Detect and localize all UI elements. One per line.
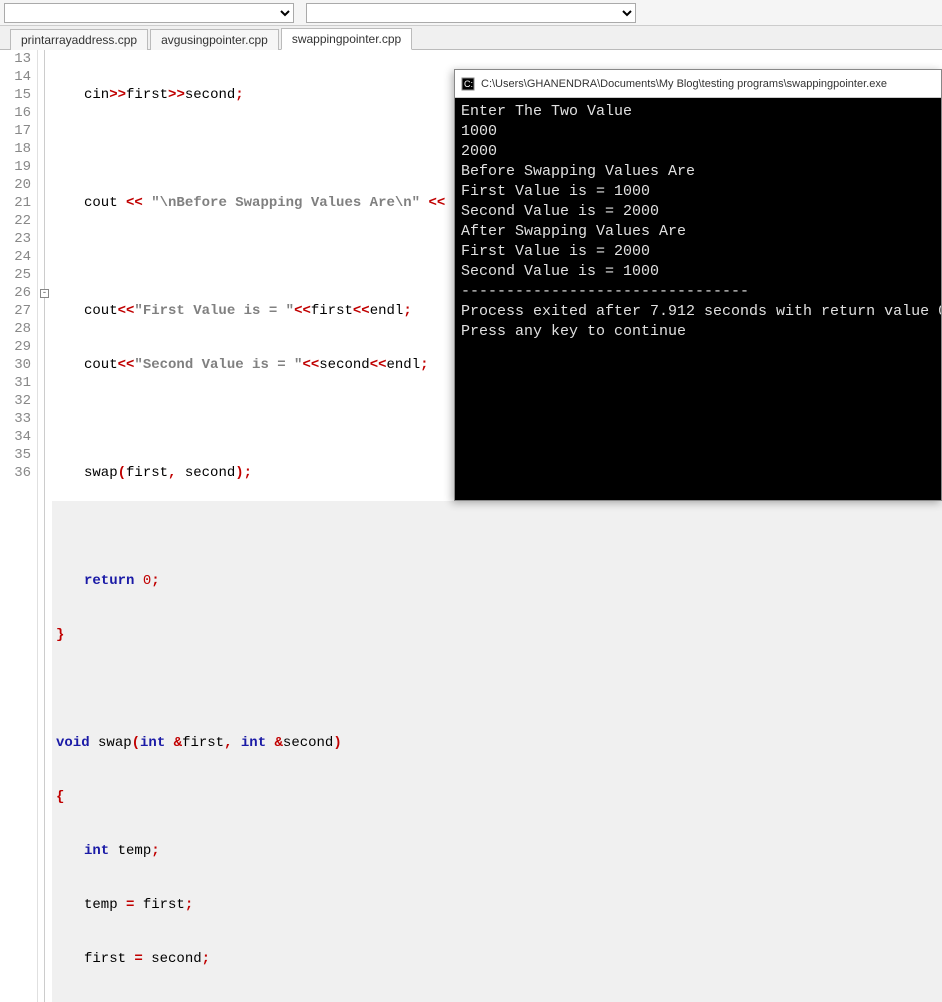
code-line: void swap(int &first, int &second) <box>56 734 942 752</box>
svg-text:C:: C: <box>464 79 473 89</box>
code-line: temp = first; <box>56 896 942 914</box>
class-selector-combo[interactable] <box>4 3 294 23</box>
console-titlebar[interactable]: C: C:\Users\GHANENDRA\Documents\My Blog\… <box>455 70 941 98</box>
tab-printarrayaddress[interactable]: printarrayaddress.cpp <box>10 29 148 50</box>
console-output: Enter The Two Value10002000Before Swappi… <box>455 98 941 346</box>
console-app-icon: C: <box>461 77 475 91</box>
tab-strip: printarrayaddress.cpp avgusingpointer.cp… <box>0 26 942 50</box>
fold-gutter: - <box>38 50 52 1002</box>
fold-toggle-icon[interactable]: - <box>40 289 49 298</box>
tab-avgusingpointer[interactable]: avgusingpointer.cpp <box>150 29 279 50</box>
member-selector-combo[interactable] <box>306 3 636 23</box>
console-window[interactable]: C: C:\Users\GHANENDRA\Documents\My Blog\… <box>454 69 942 501</box>
top-toolbar <box>0 0 942 26</box>
console-title-text: C:\Users\GHANENDRA\Documents\My Blog\tes… <box>481 78 887 90</box>
code-line <box>56 518 942 536</box>
code-line: } <box>56 626 942 644</box>
code-line: int temp; <box>56 842 942 860</box>
code-line: return 0; <box>56 572 942 590</box>
tab-swappingpointer[interactable]: swappingpointer.cpp <box>281 28 412 50</box>
line-number-gutter: 131415 161718 192021 222324 252627 28293… <box>0 50 38 1002</box>
code-line: first = second; <box>56 950 942 968</box>
code-line <box>56 680 942 698</box>
code-line: { <box>56 788 942 806</box>
